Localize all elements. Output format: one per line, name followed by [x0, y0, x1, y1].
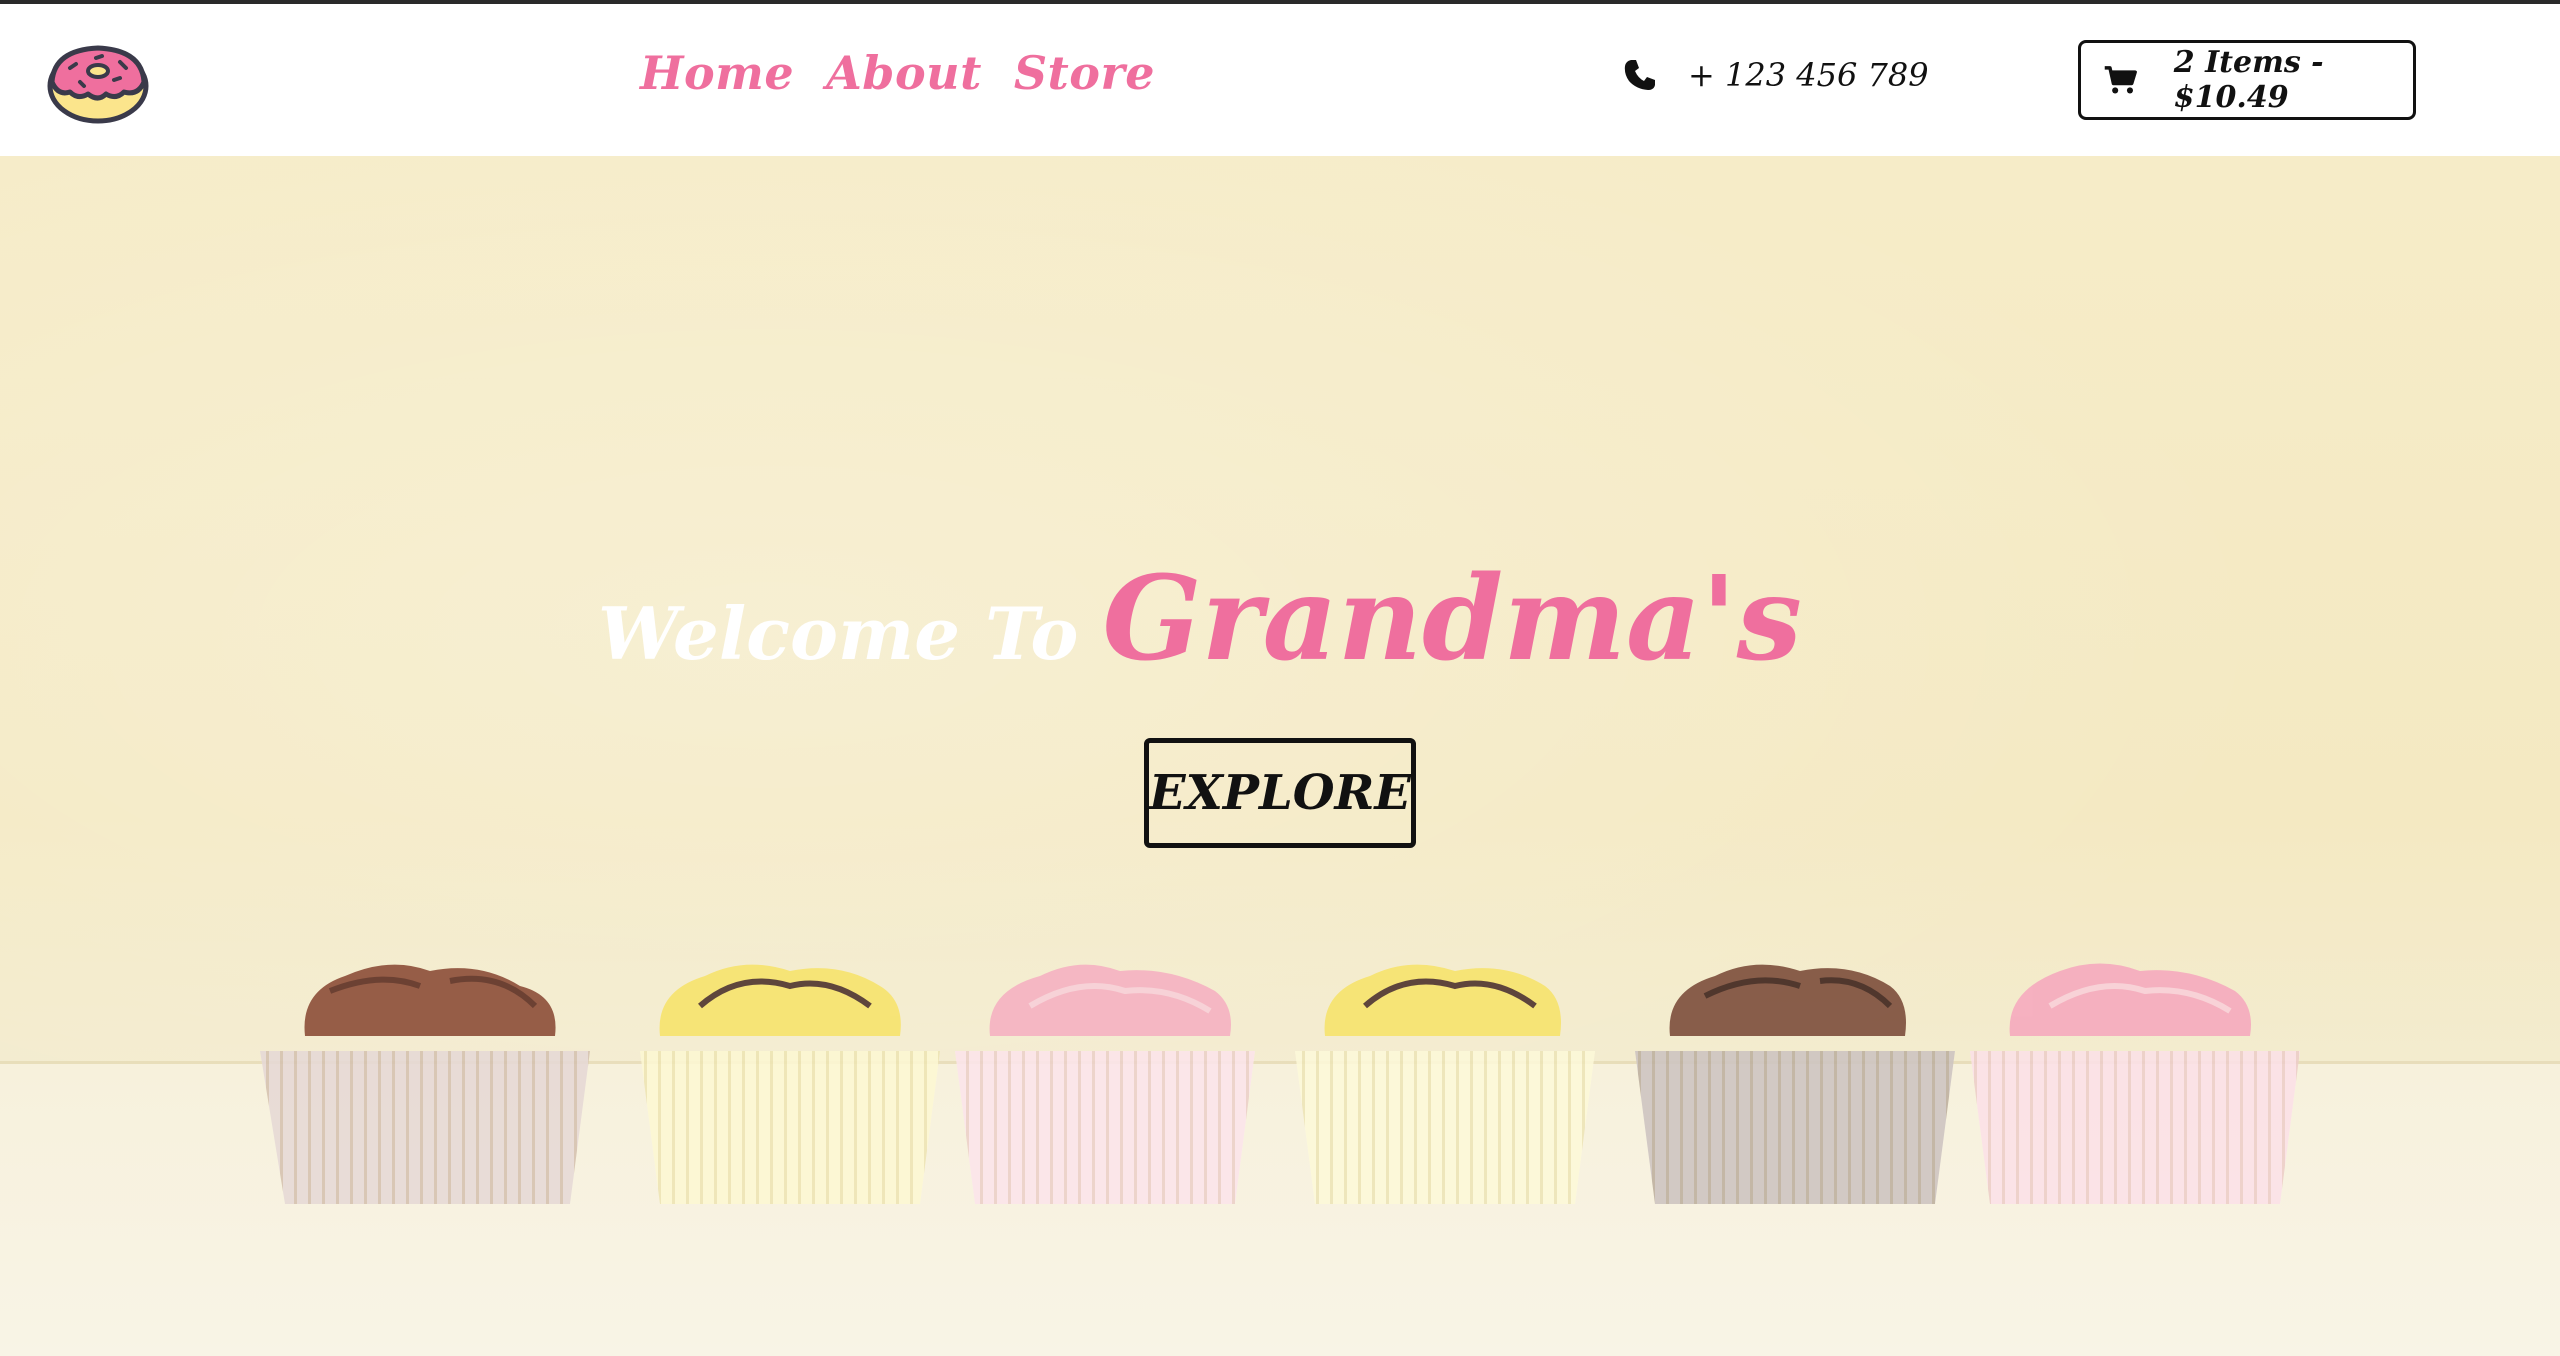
welcome-prefix: Welcome To	[598, 591, 1079, 676]
cart-button[interactable]: 2 Items - $10.49	[2078, 40, 2416, 120]
shopping-cart-icon	[2104, 66, 2137, 94]
hero-heading: Welcome To Grandma's	[0, 551, 2560, 687]
hero-section: Welcome To Grandma's EXPLORE	[0, 156, 2560, 1356]
cupcake-pink-2	[1970, 963, 2300, 1204]
phone-icon	[1624, 60, 1655, 90]
cart-summary: 2 Items - $10.49	[2173, 45, 2324, 115]
nav-about-link[interactable]: About	[826, 46, 982, 100]
cupcake-chocolate-2	[1635, 964, 1955, 1204]
explore-button[interactable]: EXPLORE	[1144, 738, 1416, 848]
nav-home-link[interactable]: Home	[640, 46, 794, 100]
site-header: Home About Store + 123 456 789 2 Items -…	[0, 4, 2560, 156]
cupcake-chocolate-1	[260, 964, 590, 1204]
donut-icon[interactable]	[46, 38, 150, 124]
cupcake-pink-1	[955, 964, 1255, 1204]
main-nav: Home About Store	[640, 46, 1155, 100]
cupcake-yellow-2	[1295, 964, 1595, 1204]
cupcake-yellow-1	[640, 964, 940, 1204]
brand-name: Grandma's	[1102, 551, 1802, 687]
phone-number: + 123 456 789	[1688, 56, 1929, 94]
nav-store-link[interactable]: Store	[1014, 46, 1155, 100]
phone-contact: + 123 456 789	[1622, 56, 1929, 94]
